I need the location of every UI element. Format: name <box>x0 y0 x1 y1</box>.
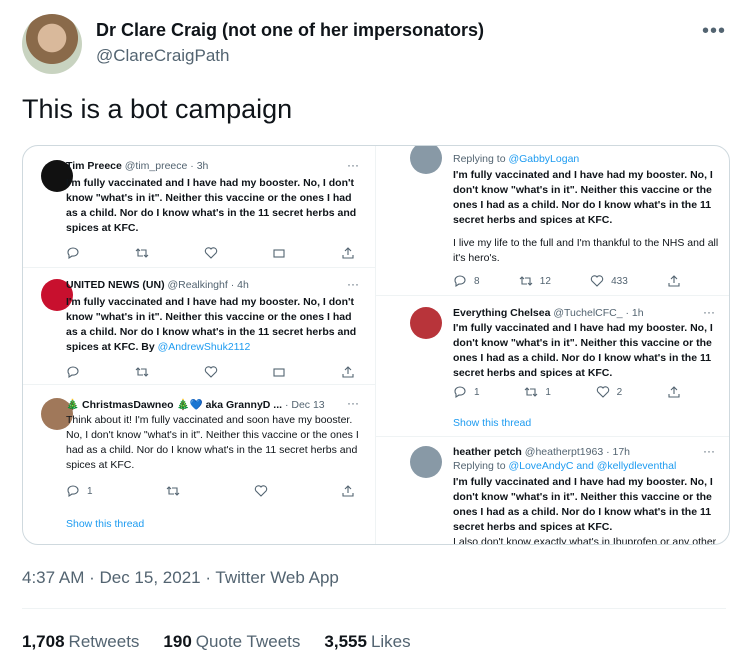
analytics-icon <box>272 365 286 379</box>
tweet-body-2: I also don't know exactly what's in Ibup… <box>453 536 717 544</box>
retweets-stat[interactable]: 1,708 Retweets <box>22 632 139 652</box>
share-icon <box>341 484 355 498</box>
embedded-tweet: Replying to @GabbyLogan I'm fully vaccin… <box>376 146 729 296</box>
tweet-author-name: Everything Chelsea <box>453 307 551 319</box>
more-icon: ··· <box>347 158 359 172</box>
tweet-media-image[interactable]: Tim Preece @tim_preece · 3h ··· I'm full… <box>22 145 730 545</box>
more-icon: ··· <box>703 305 715 319</box>
tweet-author-name: UNITED NEWS (UN) <box>66 279 165 291</box>
embedded-tweet: UNITED NEWS (UN) @Realkinghf · 4h ··· I'… <box>23 269 375 385</box>
tweet-meta: @heatherpt1963 · 17h <box>524 446 631 458</box>
tweet-body: I'm fully vaccinated and I have had my b… <box>66 296 357 353</box>
share-icon <box>341 365 355 379</box>
tweet-body: I'm fully vaccinated and I have had my b… <box>453 322 713 379</box>
share-icon <box>667 274 681 288</box>
more-icon: ··· <box>347 396 359 410</box>
retweet-icon <box>135 365 149 379</box>
tweet-timestamp[interactable]: 4:37 AM · Dec 15, 2021 · Twitter Web App <box>22 568 339 588</box>
show-thread-link: Show this thread <box>453 417 532 429</box>
like-icon: 2 <box>596 385 622 399</box>
share-icon <box>341 246 355 260</box>
tweet-meta: · Dec 13 <box>284 399 325 411</box>
embedded-tweet: heather petch @heatherpt1963 · 17h ··· R… <box>376 438 729 544</box>
tweet-actions <box>66 246 355 260</box>
tweet-body-2: I live my life to the full and I'm thank… <box>453 237 719 264</box>
tweet-meta: @tim_preece · 3h <box>124 160 209 172</box>
tweet-actions: 8 12 433 <box>453 274 681 288</box>
tweet-meta: @TuchelCFC_ · 1h <box>553 307 644 319</box>
author-avatar[interactable] <box>22 14 82 74</box>
share-icon <box>667 385 681 399</box>
embedded-tweet: Everything Chelsea @TuchelCFC_ · 1h ··· … <box>376 297 729 437</box>
retweet-icon: 12 <box>519 274 551 288</box>
quote-tweets-stat[interactable]: 190 Quote Tweets <box>163 632 300 652</box>
like-icon: 433 <box>590 274 628 288</box>
reply-icon <box>66 246 80 260</box>
tweet-actions: 1 1 2 <box>453 385 681 399</box>
author-handle[interactable]: @ClareCraigPath <box>96 46 229 66</box>
reply-icon <box>66 365 80 379</box>
more-horizontal-icon[interactable]: ••• <box>702 20 726 43</box>
tweet-author-name: Tim Preece <box>66 160 122 172</box>
embedded-tweet: Tim Preece @tim_preece · 3h ··· I'm full… <box>23 146 375 268</box>
tweet-body: I'm fully vaccinated and I have had my b… <box>66 177 357 234</box>
tweet-body: Think about it! I'm fully vaccinated and… <box>66 414 359 471</box>
retweet-icon <box>135 246 149 260</box>
engagement-stats: 1,708 Retweets 190 Quote Tweets 3,555 Likes <box>22 632 411 652</box>
like-icon <box>254 484 268 498</box>
tweet-body: I'm fully vaccinated and I have had my b… <box>453 169 713 226</box>
replying-to: Replying to @LoveAndyC and @kellydlevent… <box>453 460 677 472</box>
tweet-meta: @Realkinghf · 4h <box>167 279 249 291</box>
retweet-icon <box>166 484 180 498</box>
reply-icon: 8 <box>453 274 480 288</box>
embedded-tweet: 🎄 ChristmasDawneo 🎄💙 aka GrannyD ... · D… <box>23 386 375 544</box>
likes-stat[interactable]: 3,555 Likes <box>324 632 410 652</box>
more-icon: ··· <box>703 444 715 458</box>
divider <box>22 608 726 609</box>
tweet-text: This is a bot campaign <box>22 94 293 124</box>
tweet-actions: 1 <box>66 484 355 498</box>
analytics-icon <box>272 246 286 260</box>
tweet-body: I'm fully vaccinated and I have had my b… <box>453 476 713 533</box>
mention-link: @AndrewShuk2112 <box>157 341 251 353</box>
tweet-author-name: 🎄 ChristmasDawneo 🎄💙 aka GrannyD ... <box>66 399 283 411</box>
tweet-author-name: heather petch <box>453 446 522 458</box>
media-right-column: Replying to @GabbyLogan I'm fully vaccin… <box>375 146 729 544</box>
like-icon <box>204 246 218 260</box>
like-icon <box>204 365 218 379</box>
reply-icon: 1 <box>453 385 480 399</box>
avatar <box>410 446 442 478</box>
show-thread-link: Show this thread <box>66 518 145 530</box>
replying-to: Replying to @GabbyLogan <box>453 153 580 165</box>
media-left-column: Tim Preece @tim_preece · 3h ··· I'm full… <box>23 146 375 544</box>
avatar <box>410 146 442 174</box>
tweet-actions <box>66 365 355 379</box>
reply-icon: 1 <box>66 484 93 498</box>
avatar <box>410 307 442 339</box>
more-icon: ··· <box>347 277 359 291</box>
author-name[interactable]: Dr Clare Craig (not one of her impersona… <box>96 20 484 41</box>
retweet-icon: 1 <box>524 385 551 399</box>
